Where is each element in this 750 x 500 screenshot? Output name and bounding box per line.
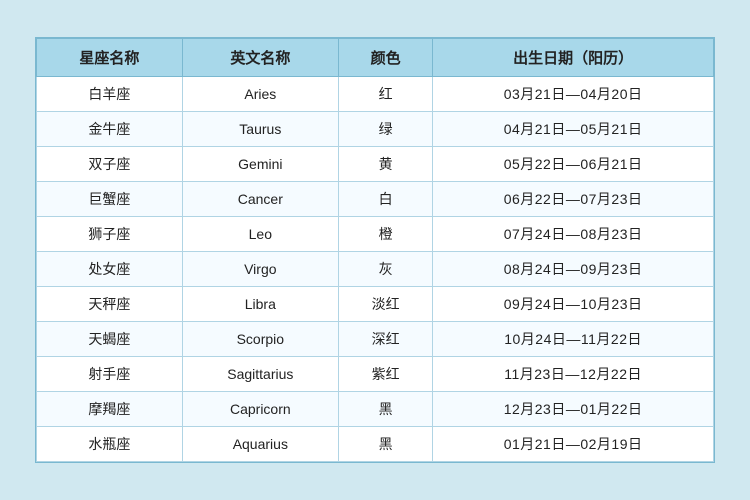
cell-english-name: Leo: [182, 217, 338, 252]
col-header-color: 颜色: [338, 39, 432, 77]
table-row: 金牛座Taurus绿04月21日—05月21日: [37, 112, 714, 147]
cell-dates: 10月24日—11月22日: [433, 322, 714, 357]
table-row: 巨蟹座Cancer白06月22日—07月23日: [37, 182, 714, 217]
cell-english-name: Gemini: [182, 147, 338, 182]
cell-color: 白: [338, 182, 432, 217]
table-row: 白羊座Aries红03月21日—04月20日: [37, 77, 714, 112]
cell-english-name: Taurus: [182, 112, 338, 147]
cell-color: 绿: [338, 112, 432, 147]
table-row: 双子座Gemini黄05月22日—06月21日: [37, 147, 714, 182]
cell-chinese-name: 金牛座: [37, 112, 183, 147]
cell-color: 灰: [338, 252, 432, 287]
cell-dates: 05月22日—06月21日: [433, 147, 714, 182]
cell-dates: 11月23日—12月22日: [433, 357, 714, 392]
col-header-chinese: 星座名称: [37, 39, 183, 77]
cell-dates: 07月24日—08月23日: [433, 217, 714, 252]
cell-chinese-name: 天秤座: [37, 287, 183, 322]
cell-chinese-name: 巨蟹座: [37, 182, 183, 217]
cell-chinese-name: 射手座: [37, 357, 183, 392]
cell-chinese-name: 白羊座: [37, 77, 183, 112]
col-header-english: 英文名称: [182, 39, 338, 77]
cell-dates: 06月22日—07月23日: [433, 182, 714, 217]
cell-color: 橙: [338, 217, 432, 252]
cell-color: 深红: [338, 322, 432, 357]
col-header-dates: 出生日期（阳历）: [433, 39, 714, 77]
cell-dates: 01月21日—02月19日: [433, 427, 714, 462]
cell-dates: 03月21日—04月20日: [433, 77, 714, 112]
cell-english-name: Capricorn: [182, 392, 338, 427]
cell-dates: 08月24日—09月23日: [433, 252, 714, 287]
cell-chinese-name: 摩羯座: [37, 392, 183, 427]
cell-english-name: Aquarius: [182, 427, 338, 462]
cell-english-name: Virgo: [182, 252, 338, 287]
table-row: 处女座Virgo灰08月24日—09月23日: [37, 252, 714, 287]
table-row: 狮子座Leo橙07月24日—08月23日: [37, 217, 714, 252]
zodiac-table: 星座名称 英文名称 颜色 出生日期（阳历） 白羊座Aries红03月21日—04…: [36, 38, 714, 462]
cell-color: 红: [338, 77, 432, 112]
cell-color: 黑: [338, 392, 432, 427]
table-row: 摩羯座Capricorn黑12月23日—01月22日: [37, 392, 714, 427]
zodiac-table-container: 星座名称 英文名称 颜色 出生日期（阳历） 白羊座Aries红03月21日—04…: [35, 37, 715, 463]
cell-color: 紫红: [338, 357, 432, 392]
cell-english-name: Libra: [182, 287, 338, 322]
cell-english-name: Sagittarius: [182, 357, 338, 392]
cell-chinese-name: 水瓶座: [37, 427, 183, 462]
cell-color: 淡红: [338, 287, 432, 322]
cell-english-name: Cancer: [182, 182, 338, 217]
cell-color: 黑: [338, 427, 432, 462]
cell-chinese-name: 处女座: [37, 252, 183, 287]
cell-english-name: Scorpio: [182, 322, 338, 357]
table-header-row: 星座名称 英文名称 颜色 出生日期（阳历）: [37, 39, 714, 77]
table-row: 水瓶座Aquarius黑01月21日—02月19日: [37, 427, 714, 462]
table-row: 天秤座Libra淡红09月24日—10月23日: [37, 287, 714, 322]
table-row: 射手座Sagittarius紫红11月23日—12月22日: [37, 357, 714, 392]
cell-chinese-name: 双子座: [37, 147, 183, 182]
table-row: 天蝎座Scorpio深红10月24日—11月22日: [37, 322, 714, 357]
cell-chinese-name: 狮子座: [37, 217, 183, 252]
cell-english-name: Aries: [182, 77, 338, 112]
cell-dates: 09月24日—10月23日: [433, 287, 714, 322]
cell-chinese-name: 天蝎座: [37, 322, 183, 357]
cell-dates: 12月23日—01月22日: [433, 392, 714, 427]
cell-dates: 04月21日—05月21日: [433, 112, 714, 147]
cell-color: 黄: [338, 147, 432, 182]
